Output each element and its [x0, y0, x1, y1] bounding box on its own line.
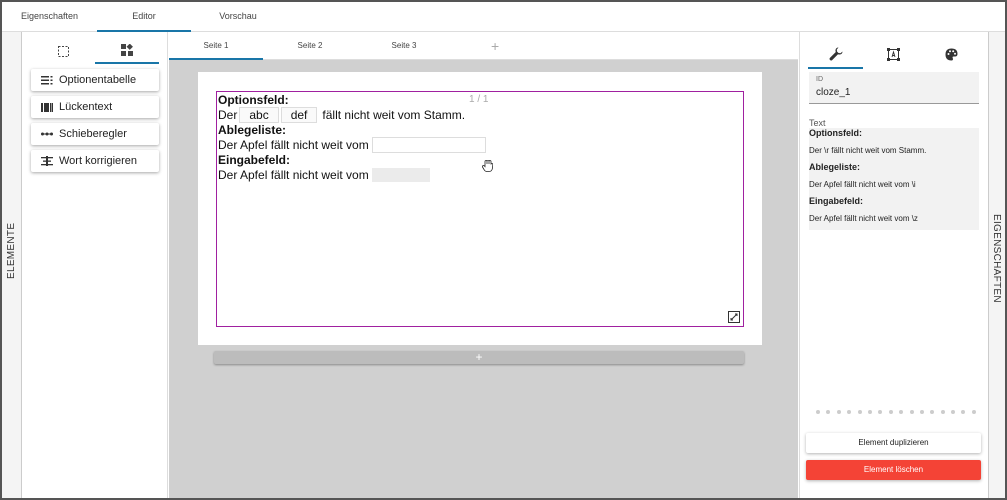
add-option-table-button[interactable]: Optionentabelle: [31, 69, 159, 91]
option-button-def[interactable]: def: [280, 106, 318, 123]
resize-handle-icon[interactable]: [728, 311, 740, 323]
text-line: Der Apfel fällt nicht weit vom \z: [809, 214, 918, 223]
tab-page-2[interactable]: Seite 2: [263, 32, 357, 60]
top-tab-bar: Eigenschaften Editor Vorschau: [2, 2, 1005, 32]
dot: [878, 410, 883, 414]
properties-panel: ID cloze_1 Text Optionsfeld: Der \r fäll…: [799, 32, 988, 498]
dot: [940, 410, 945, 414]
elements-panel-tabs: [23, 38, 168, 66]
tab-vorschau[interactable]: Vorschau: [191, 2, 285, 32]
dot: [951, 410, 956, 414]
text-line: Eingabefeld:: [809, 196, 864, 206]
cloze-heading-optionsfeld: Optionsfeld:: [218, 92, 289, 107]
hand-cursor-icon: [482, 160, 493, 172]
slider-icon: [41, 129, 53, 139]
properties-panel-label: EIGENSCHAFTEN: [991, 214, 1002, 303]
tab-properties-general[interactable]: [808, 40, 863, 69]
delete-element-button[interactable]: Element löschen: [806, 460, 981, 480]
text-line: Der Apfel fällt nicht weit vom \i: [809, 180, 916, 189]
position-icon: [887, 48, 900, 61]
tab-properties-style[interactable]: [924, 40, 979, 69]
editor-canvas-area: Seite 1 Seite 2 Seite 3 + 1 / 1 Optionsf…: [169, 32, 798, 498]
dot: [930, 410, 935, 414]
cloze-text-icon: [41, 102, 53, 112]
cloze-text: Der: [218, 107, 238, 122]
scroll-dots-divider: [816, 410, 976, 418]
dot: [867, 410, 872, 414]
wrench-icon: [828, 47, 842, 61]
word-correct-label: Wort korrigieren: [59, 155, 138, 167]
cloze-text: fällt nicht weit vom Stamm.: [322, 107, 466, 122]
selection-icon: [57, 45, 69, 57]
dot: [826, 410, 831, 414]
dot: [961, 410, 966, 414]
elements-panel-toggle[interactable]: ELEMENTE: [2, 32, 22, 498]
dot: [888, 410, 893, 414]
id-field-label: ID: [816, 76, 823, 83]
app-window: Eigenschaften Editor Vorschau ELEMENTE O…: [0, 0, 1007, 500]
table-rows-icon: [41, 75, 53, 85]
text-line: Optionsfeld:: [809, 128, 862, 138]
dot: [836, 410, 841, 414]
cloze-label: Lückentext: [59, 101, 113, 113]
dot: [919, 410, 924, 414]
id-field[interactable]: ID cloze_1: [809, 72, 979, 104]
drop-list[interactable]: [371, 136, 486, 153]
add-cloze-button[interactable]: Lückentext: [31, 96, 159, 118]
cloze-heading-ablegeliste: Ablegeliste:: [218, 122, 287, 137]
tab-editor[interactable]: Editor: [97, 2, 191, 32]
add-word-correct-button[interactable]: Wort korrigieren: [31, 150, 159, 172]
word-correct-icon: [41, 156, 53, 166]
dot: [857, 410, 862, 414]
duplicate-element-button[interactable]: Element duplizieren: [806, 433, 981, 453]
cloze-text: Der Apfel fällt nicht weit vom: [218, 137, 369, 152]
tab-selection[interactable]: [31, 38, 95, 64]
add-section-button[interactable]: +: [214, 351, 744, 364]
page-canvas[interactable]: 1 / 1 Optionsfeld: Der abc def fällt nic…: [198, 72, 762, 345]
slider-label: Schieberegler: [59, 128, 127, 140]
cloze-line-options: Der abc def fällt nicht weit vom Stamm.: [218, 106, 465, 123]
tab-page-3[interactable]: Seite 3: [357, 32, 451, 60]
tab-properties-position[interactable]: [866, 40, 921, 69]
dot: [899, 410, 904, 414]
cloze-heading-eingabefeld: Eingabefeld:: [218, 152, 291, 167]
palette-icon: [945, 48, 958, 61]
dot: [971, 410, 976, 414]
option-button-abc[interactable]: abc: [239, 106, 279, 123]
text-field[interactable]: Optionsfeld: Der \r fällt nicht weit vom…: [809, 128, 979, 230]
id-field-value: cloze_1: [816, 87, 851, 98]
add-slider-button[interactable]: Schieberegler: [31, 123, 159, 145]
tab-widgets[interactable]: [95, 38, 159, 64]
elements-panel: Optionentabelle Lückentext Schieberegler…: [23, 32, 168, 498]
option-table-label: Optionentabelle: [59, 74, 137, 86]
cloze-line-input: Der Apfel fällt nicht weit vom: [218, 166, 430, 183]
tab-eigenschaften[interactable]: Eigenschaften: [2, 2, 97, 32]
dot: [847, 410, 852, 414]
text-input-field[interactable]: [371, 167, 430, 182]
tab-page-1[interactable]: Seite 1: [169, 32, 263, 60]
page-tab-bar: Seite 1 Seite 2 Seite 3 +: [169, 32, 798, 60]
cloze-element[interactable]: Optionsfeld: Der abc def fällt nicht wei…: [216, 91, 744, 327]
text-line: Der \r fällt nicht weit vom Stamm.: [809, 146, 927, 155]
cloze-text: Der Apfel fällt nicht weit vom: [218, 167, 369, 182]
dot: [909, 410, 914, 414]
properties-panel-toggle[interactable]: EIGENSCHAFTEN: [988, 32, 1005, 498]
add-page-button[interactable]: +: [491, 38, 499, 54]
properties-tabs: [800, 40, 989, 70]
cloze-line-droplist: Der Apfel fällt nicht weit vom: [218, 136, 486, 153]
dot: [816, 410, 820, 414]
text-field-label: Text: [809, 118, 826, 128]
text-line: Ablegeliste:: [809, 162, 861, 172]
elements-panel-label: ELEMENTE: [6, 222, 17, 279]
widgets-icon: [121, 44, 133, 56]
